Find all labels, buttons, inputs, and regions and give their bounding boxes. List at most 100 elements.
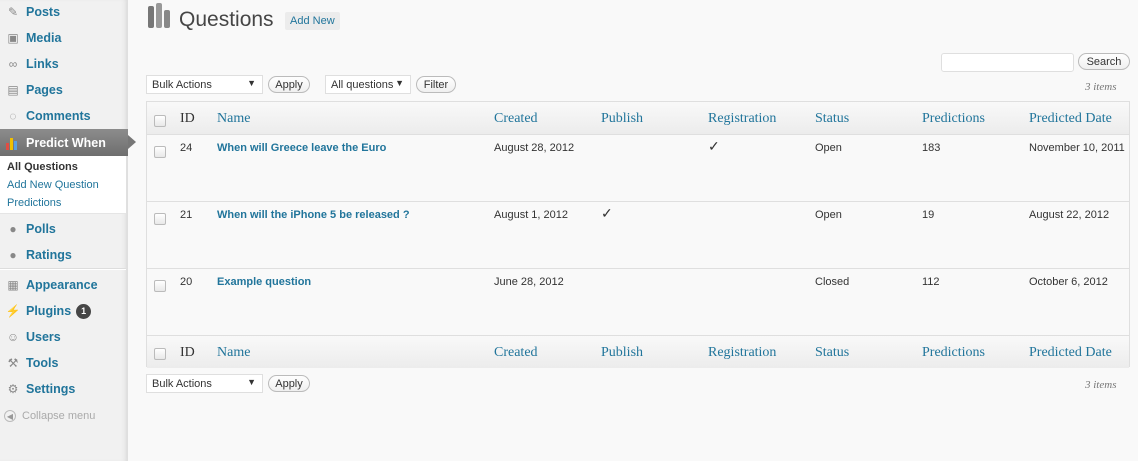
sidebar-item-settings[interactable]: ⚙ Settings — [0, 376, 126, 402]
cell-name-link[interactable]: When will Greece leave the Euro — [217, 142, 386, 154]
cell-created: August 28, 2012 — [494, 142, 575, 154]
collapse-menu[interactable]: ◀ Collapse menu — [4, 410, 95, 422]
submenu-all-questions[interactable]: All Questions — [7, 161, 78, 173]
sidebar-item-appearance[interactable]: ▦ Appearance — [0, 272, 126, 298]
cell-id: 24 — [180, 142, 193, 154]
sidebar-item-ratings[interactable]: ● Ratings — [0, 242, 126, 268]
cell-predictions: 183 — [922, 142, 941, 154]
question-filter-select[interactable]: All questions ▼ — [325, 75, 411, 94]
column-footer-name[interactable]: Name — [217, 345, 250, 361]
column-footer-registration[interactable]: Registration — [708, 345, 776, 361]
column-footer-status[interactable]: Status — [815, 345, 849, 361]
sidebar-item-label: Tools — [26, 356, 59, 370]
sidebar-item-label: Plugins — [26, 304, 72, 318]
cell-created: June 28, 2012 — [494, 276, 564, 288]
table-row: 20 Example question June 28, 2012 Closed… — [147, 269, 1129, 336]
sidebar-item-users[interactable]: ☺ Users — [0, 324, 126, 350]
sidebar-item-posts[interactable]: ✎ Posts — [0, 0, 126, 25]
column-header-status[interactable]: Status — [815, 111, 849, 127]
sidebar-item-label: Appearance — [26, 278, 98, 292]
dropdown-arrow-icon: ▼ — [395, 78, 404, 88]
questions-page-icon — [148, 3, 170, 28]
sidebar-item-label: Pages — [26, 83, 63, 97]
cell-predictions: 112 — [922, 276, 940, 288]
column-header-name[interactable]: Name — [217, 111, 250, 127]
questions-table: ID Name Created Publish Registration Sta… — [146, 101, 1130, 368]
apply-button-top[interactable]: Apply — [268, 76, 310, 93]
sidebar-separator — [0, 268, 126, 270]
sidebar-item-predict-when[interactable]: Predict When — [0, 129, 136, 156]
column-header-created[interactable]: Created — [494, 111, 538, 127]
settings-icon: ⚙ — [7, 382, 19, 396]
column-header-id: ID — [180, 111, 195, 126]
sidebar-item-label: Polls — [26, 222, 56, 236]
submenu-predictions[interactable]: Predictions — [7, 197, 61, 209]
sidebar-item-links[interactable]: ∞ Links — [0, 51, 126, 77]
collapse-menu-label: Collapse menu — [22, 410, 96, 422]
bulk-actions-value: Bulk Actions — [152, 78, 212, 91]
cell-registration: ✓ — [708, 138, 720, 154]
column-header-predictions[interactable]: Predictions — [922, 111, 985, 127]
items-count-top: 3 items — [1085, 81, 1117, 93]
table-footer: ID Name Created Publish Registration Sta… — [147, 335, 1129, 368]
column-footer-created[interactable]: Created — [494, 345, 538, 361]
sidebar-item-label: Links — [26, 57, 59, 71]
sidebar-item-polls[interactable]: ● Polls — [0, 216, 126, 242]
cell-name-link[interactable]: Example question — [217, 276, 311, 288]
select-all-checkbox-footer[interactable] — [154, 348, 166, 360]
sidebar-item-plugins[interactable]: ⚡ Plugins 1 — [0, 298, 126, 324]
appearance-icon: ▦ — [7, 278, 19, 292]
plugin-icon: ⚡ — [5, 304, 21, 318]
sidebar-item-label: Users — [26, 330, 61, 344]
filter-button[interactable]: Filter — [416, 76, 456, 93]
table-row: 21 When will the iPhone 5 be released ? … — [147, 202, 1129, 269]
sidebar-item-tools[interactable]: ⚒ Tools — [0, 350, 126, 376]
sidebar-item-media[interactable]: ▣ Media — [0, 25, 126, 51]
cell-status: Open — [815, 142, 842, 154]
sidebar-item-label: Ratings — [26, 248, 72, 262]
sidebar-item-label: Comments — [26, 109, 91, 123]
submenu-add-new-question[interactable]: Add New Question — [7, 179, 99, 191]
sidebar-item-comments[interactable]: ◌ Comments — [0, 103, 126, 129]
search-button[interactable]: Search — [1078, 53, 1130, 70]
table-header: ID Name Created Publish Registration Sta… — [147, 102, 1129, 135]
sidebar-item-label: Media — [26, 31, 62, 45]
pin-icon: ✎ — [7, 5, 19, 19]
bulk-actions-value: Bulk Actions — [152, 377, 212, 390]
media-icon: ▣ — [7, 31, 19, 45]
tools-icon: ⚒ — [7, 356, 19, 370]
bulk-actions-select-bottom[interactable]: Bulk Actions ▼ — [146, 374, 263, 393]
cell-predictions: 19 — [922, 209, 935, 221]
select-all-checkbox[interactable] — [154, 115, 166, 127]
add-new-button[interactable]: Add New — [285, 12, 340, 30]
cell-created: August 1, 2012 — [494, 209, 569, 221]
column-header-registration[interactable]: Registration — [708, 111, 776, 127]
column-header-predicted-date[interactable]: Predicted Date — [1029, 111, 1112, 127]
row-checkbox[interactable] — [154, 146, 166, 158]
column-footer-publish[interactable]: Publish — [601, 345, 643, 361]
apply-button-bottom[interactable]: Apply — [268, 375, 310, 392]
cell-status: Closed — [815, 276, 850, 288]
cell-predicted-date: August 22, 2012 — [1029, 209, 1110, 221]
admin-sidebar: ✎ Posts ▣ Media ∞ Links ▤ Pages ◌ Comments Pr… — [0, 0, 136, 461]
column-footer-predictions[interactable]: Predictions — [922, 345, 985, 361]
column-footer-predicted-date[interactable]: Predicted Date — [1029, 345, 1112, 361]
cell-id: 20 — [180, 276, 193, 288]
row-checkbox[interactable] — [154, 213, 166, 225]
bulk-actions-select-top[interactable]: Bulk Actions ▼ — [146, 75, 263, 94]
cell-predicted-date: November 10, 2011 — [1029, 142, 1125, 154]
search-input[interactable] — [941, 53, 1074, 72]
comment-icon: ◌ — [9, 109, 17, 123]
dropdown-arrow-icon: ▼ — [247, 377, 256, 387]
rating-icon: ● — [9, 248, 17, 262]
cell-name-link[interactable]: When will the iPhone 5 be released ? — [217, 209, 410, 221]
column-header-publish[interactable]: Publish — [601, 111, 643, 127]
pages-icon: ▤ — [7, 83, 19, 97]
poll-icon: ● — [9, 222, 17, 236]
dropdown-arrow-icon: ▼ — [247, 78, 256, 88]
row-checkbox[interactable] — [154, 280, 166, 292]
update-count-badge: 1 — [76, 303, 92, 319]
sidebar-item-label: Predict When — [26, 135, 106, 150]
sidebar-item-pages[interactable]: ▤ Pages — [0, 77, 126, 103]
items-count-bottom: 3 items — [1085, 379, 1117, 391]
